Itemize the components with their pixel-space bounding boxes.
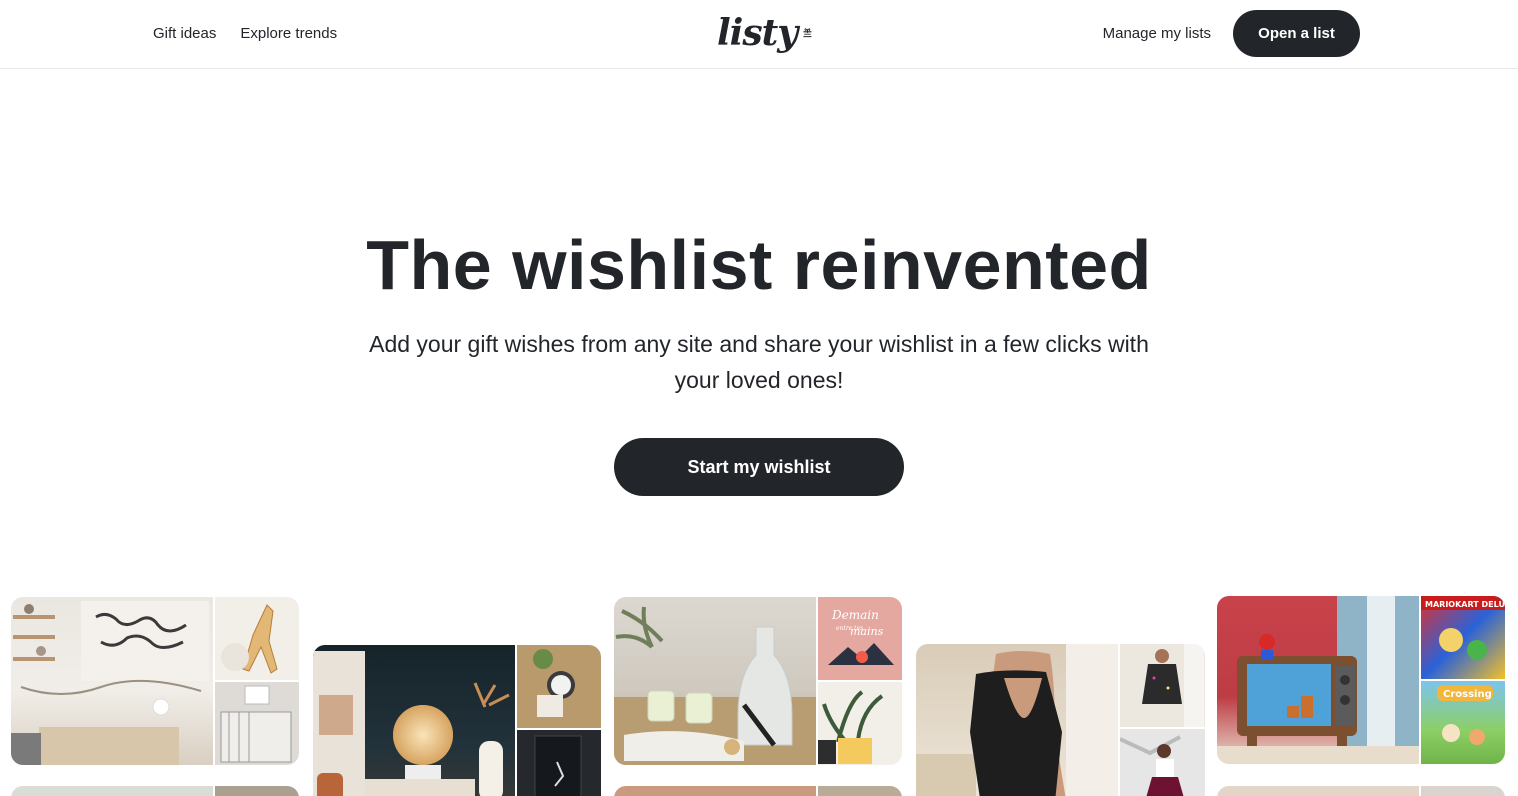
primary-nav: Gift ideas Explore trends: [153, 0, 337, 66]
card-thumb-book-demain: Demain entre tesmains: [818, 597, 902, 680]
wishlist-card-nursery[interactable]: [11, 597, 299, 765]
card-image-peek-3: [614, 786, 816, 796]
card-image-lego-tv: [1217, 596, 1419, 764]
hero-subtitle: Add your gift wishes from any site and s…: [369, 331, 1149, 393]
card-image-backless-top: [916, 644, 1118, 796]
logo-wordmark: listy: [717, 12, 798, 54]
wishlist-card-peek-5[interactable]: [1217, 786, 1505, 796]
gift-icon: [803, 28, 812, 38]
nav-explore-trends[interactable]: Explore trends: [240, 25, 337, 42]
book-cover-title: Demain entre tesmains: [831, 608, 884, 638]
card-thumb-giraffe: [215, 597, 299, 680]
card-side-carafe: Demain entre tesmains: [818, 597, 902, 765]
wishlist-card-fashion[interactable]: [916, 644, 1205, 796]
card-side-fashion: [1120, 644, 1205, 796]
nav-gift-ideas[interactable]: Gift ideas: [153, 25, 216, 42]
manage-lists-link[interactable]: Manage my lists: [1103, 25, 1211, 42]
card-side-nursery: [215, 597, 299, 765]
wishlist-card-gaming[interactable]: MARIOKART DELUXE Crossing: [1217, 596, 1505, 764]
account-nav: Manage my lists Open a list: [1103, 10, 1360, 57]
wishlist-card-peek-1[interactable]: [11, 786, 299, 796]
card-thumb-mariokart: MARIOKART DELUXE: [1421, 596, 1505, 679]
card-thumb-dress: [1120, 644, 1205, 727]
card-thumb-atlas-book: [517, 730, 601, 796]
hero-title: The wishlist reinvented: [366, 226, 1152, 304]
card-thumb-peek-1: [215, 786, 299, 796]
card-side-gaming: MARIOKART DELUXE Crossing: [1421, 596, 1505, 764]
card-thumb-peek-5: [1421, 786, 1505, 796]
card-thumb-skirt: [1120, 729, 1205, 796]
nursery-illustration: [11, 601, 209, 765]
card-thumb-peek-3: [818, 786, 902, 796]
wishlist-card-tableware[interactable]: Demain entre tesmains: [614, 597, 902, 765]
wishlist-card-peek-3[interactable]: [614, 786, 902, 796]
start-wishlist-button[interactable]: Start my wishlist: [614, 438, 904, 496]
wishlist-card-home-decor[interactable]: [313, 645, 601, 796]
card-side-peek-3: [818, 786, 902, 796]
card-image-peek-1: [11, 786, 213, 796]
card-thumb-animal-crossing: Crossing: [1421, 681, 1505, 764]
card-side-lamp: [517, 645, 601, 796]
card-side-peek-1: [215, 786, 299, 796]
card-image-peek-5: [1217, 786, 1419, 796]
card-thumb-crib: [215, 682, 299, 765]
listy-logo[interactable]: listy: [717, 10, 812, 62]
card-side-peek-5: [1421, 786, 1505, 796]
animal-crossing-title: Crossing: [1443, 689, 1492, 700]
card-image-carafe: [614, 597, 816, 765]
card-image-lamp: [313, 645, 515, 796]
mariokart-title: MARIOKART DELUXE: [1425, 600, 1505, 609]
card-image-nursery: [11, 597, 213, 765]
open-list-button[interactable]: Open a list: [1233, 10, 1360, 57]
top-header: Gift ideas Explore trends listy Manage m…: [0, 0, 1518, 69]
card-thumb-plant: [818, 682, 902, 765]
card-thumb-clock: [517, 645, 601, 728]
